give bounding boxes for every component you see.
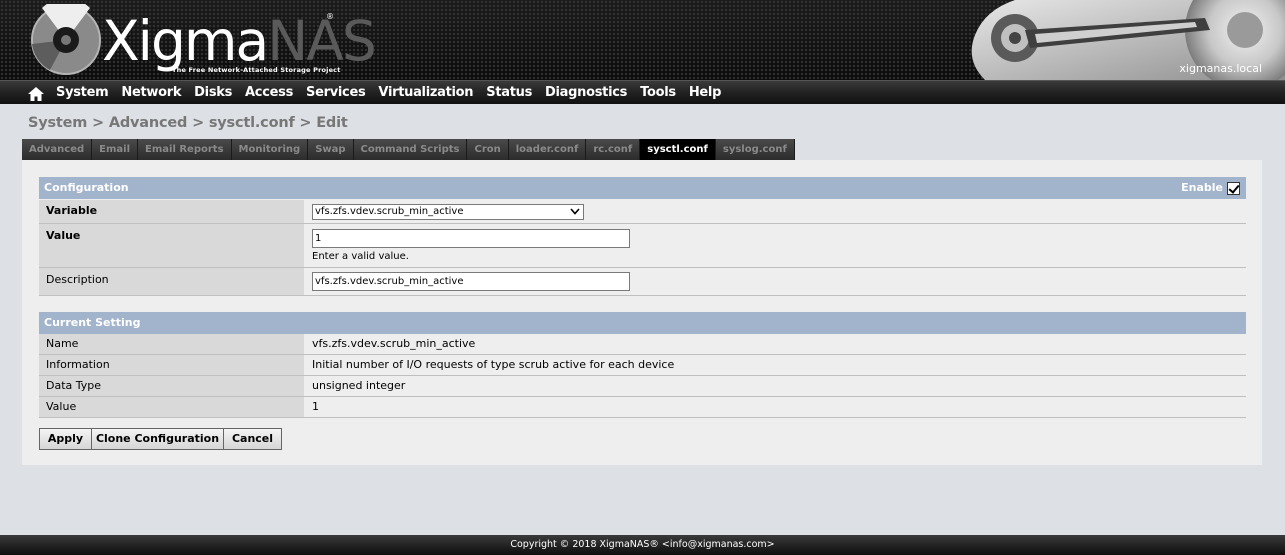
value-cell: 1 Enter a valid value. — [312, 224, 1246, 267]
variable-row: Variable vfs.zfs.vdev.scrub_min_active — [39, 200, 1246, 224]
logo-disc-icon — [31, 4, 101, 75]
current-setting-row: Data Type unsigned integer — [39, 376, 1246, 397]
tab-rc-conf[interactable]: rc.conf — [586, 139, 641, 160]
variable-value-cell: vfs.zfs.vdev.scrub_min_active — [312, 200, 1246, 223]
current-setting-row: Name vfs.zfs.vdev.scrub_min_active — [39, 334, 1246, 355]
tab-command-scripts[interactable]: Command Scripts — [353, 139, 468, 160]
setting-value-data-type: unsigned integer — [312, 379, 406, 392]
xigmanas-logo: XigmaNAS ® The Free Network-Attached Sto… — [30, 4, 377, 76]
home-icon[interactable] — [28, 87, 44, 101]
nav-network[interactable]: Network — [121, 85, 181, 100]
tab-advanced[interactable]: Advanced — [22, 139, 93, 160]
variable-selected-value: vfs.zfs.vdev.scrub_min_active — [315, 206, 464, 217]
main-nav: System Network Disks Access Services Vir… — [0, 80, 1285, 104]
enable-label: Enable — [1181, 181, 1223, 194]
tab-syslog-conf[interactable]: syslog.conf — [715, 139, 795, 160]
nav-virtualization[interactable]: Virtualization — [378, 85, 473, 100]
nav-diagnostics[interactable]: Diagnostics — [545, 85, 627, 100]
setting-value-information: Initial number of I/O requests of type s… — [312, 358, 675, 371]
current-setting-header: Current Setting — [39, 312, 1246, 334]
tab-sysctl-conf[interactable]: sysctl.conf — [640, 139, 716, 160]
nav-help[interactable]: Help — [689, 85, 722, 100]
tab-cron[interactable]: Cron — [467, 139, 509, 160]
setting-value-value: 1 — [312, 400, 319, 413]
configuration-title: Configuration — [44, 181, 129, 194]
value-hint: Enter a valid value. — [312, 251, 409, 262]
nav-services[interactable]: Services — [306, 85, 366, 100]
content-panel: Configuration Enable Variable vfs.zfs.vd… — [22, 160, 1262, 465]
setting-value-name: vfs.zfs.vdev.scrub_min_active — [312, 337, 476, 350]
tab-monitoring[interactable]: Monitoring — [231, 139, 309, 160]
setting-label-information: Information — [39, 355, 304, 375]
current-setting-row: Information Initial number of I/O reques… — [39, 355, 1246, 376]
enable-checkbox[interactable] — [1227, 181, 1240, 195]
description-cell: vfs.zfs.vdev.scrub_min_active — [312, 268, 1246, 295]
description-row: Description vfs.zfs.vdev.scrub_min_activ… — [39, 268, 1246, 296]
hostname-label: xigmanas.local — [1179, 62, 1262, 75]
current-setting-row: Value 1 — [39, 397, 1246, 418]
nav-status[interactable]: Status — [486, 85, 532, 100]
cancel-button[interactable]: Cancel — [223, 428, 282, 450]
value-label: Value — [39, 224, 304, 267]
variable-label: Variable — [39, 200, 304, 223]
configuration-header: Configuration Enable — [39, 177, 1246, 199]
breadcrumb: System > Advanced > sysctl.conf > Edit — [28, 115, 348, 131]
enable-toggle: Enable — [1181, 177, 1240, 199]
nav-system[interactable]: System — [56, 85, 109, 100]
description-input[interactable]: vfs.zfs.vdev.scrub_min_active — [312, 272, 630, 291]
nav-access[interactable]: Access — [245, 85, 293, 100]
setting-label-value: Value — [39, 397, 304, 417]
setting-label-name: Name — [39, 334, 304, 354]
tab-bar: Advanced Email Email Reports Monitoring … — [22, 139, 795, 160]
footer-copyright: Copyright © 2018 XigmaNAS® <info@xigmana… — [0, 535, 1285, 555]
tab-email[interactable]: Email — [92, 139, 139, 160]
header-banner: XigmaNAS ® The Free Network-Attached Sto… — [0, 0, 1285, 80]
setting-label-data-type: Data Type — [39, 376, 304, 396]
nav-tools[interactable]: Tools — [640, 85, 676, 100]
apply-button[interactable]: Apply — [39, 428, 92, 450]
tab-swap[interactable]: Swap — [308, 139, 354, 160]
chevron-down-icon — [570, 208, 580, 215]
description-label: Description — [39, 268, 304, 295]
nav-disks[interactable]: Disks — [194, 85, 232, 100]
logo-tagline: The Free Network-Attached Storage Projec… — [172, 66, 341, 74]
current-setting-title: Current Setting — [44, 316, 141, 329]
clone-configuration-button[interactable]: Clone Configuration — [91, 428, 224, 450]
variable-select[interactable]: vfs.zfs.vdev.scrub_min_active — [312, 204, 584, 220]
tab-loader-conf[interactable]: loader.conf — [508, 139, 587, 160]
value-row: Value 1 Enter a valid value. — [39, 224, 1246, 268]
value-input[interactable]: 1 — [312, 229, 630, 248]
registered-mark: ® — [326, 12, 334, 21]
tab-email-reports[interactable]: Email Reports — [138, 139, 232, 160]
